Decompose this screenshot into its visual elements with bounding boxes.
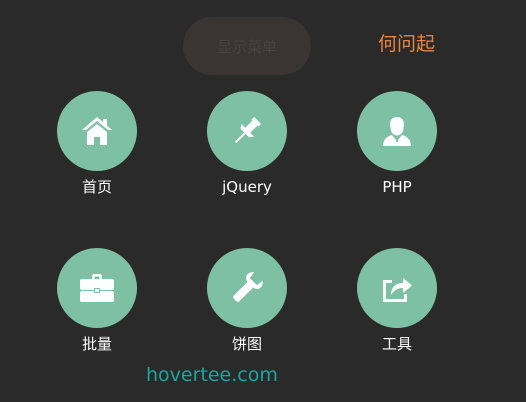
menu-item-circle[interactable] <box>207 91 287 171</box>
menu-item-circle[interactable] <box>357 248 437 328</box>
menu-item-circle[interactable] <box>57 91 137 171</box>
menu-item-label: PHP <box>382 178 412 196</box>
wrench-icon <box>233 272 263 302</box>
menu-item-tools[interactable]: 工具 <box>337 248 457 354</box>
menu-item-circle[interactable] <box>357 91 437 171</box>
menu-item-circle[interactable] <box>57 248 137 328</box>
author-link[interactable]: 何问起 <box>378 29 435 56</box>
menu-item-batch[interactable]: 批量 <box>37 248 157 354</box>
menu-item-php[interactable]: PHP <box>337 91 457 197</box>
show-menu-button[interactable]: 显示菜单 <box>183 17 311 75</box>
user-icon <box>383 117 411 146</box>
menu-item-label: jQuery <box>222 178 272 196</box>
home-icon <box>82 117 112 145</box>
pin-icon <box>234 117 261 144</box>
menu-item-circle[interactable] <box>207 248 287 328</box>
menu-item-label: 首页 <box>81 178 112 196</box>
menu-item-home[interactable]: 首页 <box>37 91 157 197</box>
menu-item-label: 饼图 <box>231 335 262 353</box>
menu-item-label: 工具 <box>381 335 412 353</box>
menu-item-label: 批量 <box>81 335 112 353</box>
share-icon <box>383 278 412 302</box>
watermark-text: hovertee.com <box>146 364 278 386</box>
menu-item-pie[interactable]: 饼图 <box>187 248 307 354</box>
menu-stage: 显示菜单 何问起 首页 jQuery PHP 批量 饼图 工具 hovertee… <box>0 0 526 402</box>
menu-item-jquery[interactable]: jQuery <box>187 91 307 197</box>
briefcase-icon <box>80 274 114 302</box>
